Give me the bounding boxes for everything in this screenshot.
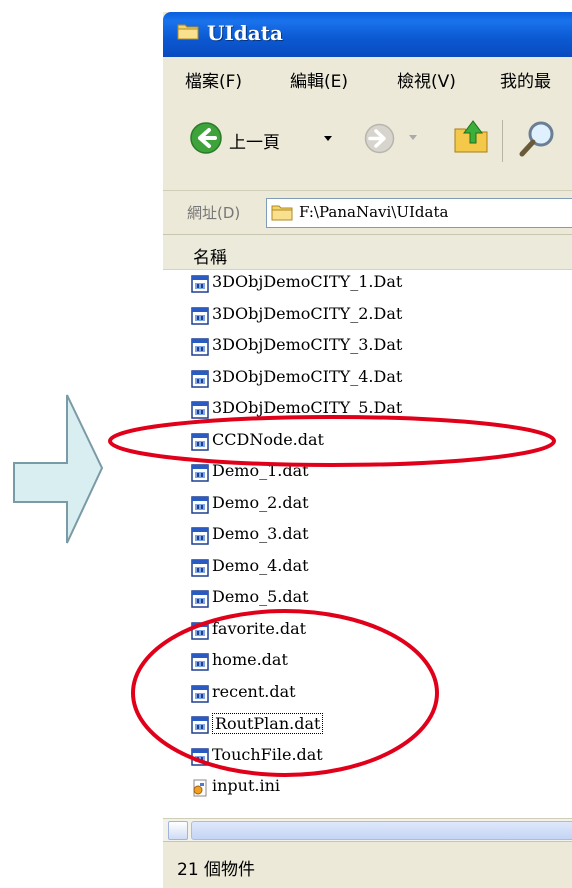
- menu-edit[interactable]: 編輯(E): [290, 67, 348, 92]
- toolbar: 上一頁: [163, 98, 572, 191]
- dat-file-icon: [191, 338, 209, 356]
- dat-file-icon: [191, 558, 209, 577]
- menu-favorites[interactable]: 我的最: [500, 67, 551, 92]
- dat-file-icon: [191, 432, 209, 451]
- dat-file-icon: [191, 369, 209, 388]
- file-name: input.ini: [212, 776, 281, 795]
- file-name: recent.dat: [212, 681, 296, 701]
- horizontal-scrollbar[interactable]: [163, 818, 572, 841]
- menu-file[interactable]: 檔案(F): [185, 67, 242, 92]
- back-arrow-icon[interactable]: [189, 121, 223, 155]
- scroll-left-icon[interactable]: [168, 821, 188, 840]
- file-name: 3DObjDemoCITY_4.Dat: [212, 366, 403, 386]
- dat-file-icon: [191, 275, 209, 293]
- dat-file-icon: [191, 464, 209, 482]
- dat-file-icon: [191, 684, 209, 703]
- file-list: 名稱 3DObjDemoCITY_1.Dat 3DObjDemoCITY_2.Da…: [163, 235, 572, 818]
- forward-dropdown-icon[interactable]: [409, 135, 417, 141]
- dat-file-icon: [191, 306, 209, 325]
- folder-icon: [271, 205, 293, 221]
- file-name: CCDNode.dat: [212, 429, 324, 449]
- dat-file-icon: [191, 747, 209, 766]
- window-title: UIdata: [207, 21, 283, 45]
- menu-view[interactable]: 檢視(V): [397, 67, 456, 92]
- status-text: 21 個物件: [177, 860, 256, 880]
- up-folder-icon[interactable]: [453, 117, 489, 155]
- folder-icon: [177, 24, 199, 40]
- dat-file-icon: [191, 527, 209, 545]
- search-icon[interactable]: [518, 119, 558, 159]
- file-name: Demo_2.dat: [212, 492, 309, 512]
- dat-file-icon: [191, 716, 209, 734]
- menu-bar: 檔案(F) 編輯(E) 檢視(V) 我的最: [163, 57, 572, 99]
- address-label: 網址(D): [187, 204, 241, 222]
- scroll-thumb[interactable]: [191, 821, 572, 840]
- file-name: Demo_3.dat: [212, 524, 309, 543]
- file-name: Demo_1.dat: [212, 461, 309, 480]
- file-name: 3DObjDemoCITY_5.Dat: [212, 398, 403, 417]
- file-name: TouchFile.dat: [212, 744, 323, 764]
- back-dropdown-icon[interactable]: [323, 135, 333, 143]
- file-name: RoutPlan.dat: [212, 713, 324, 734]
- file-name: 3DObjDemoCITY_3.Dat: [212, 335, 403, 354]
- file-name: Demo_4.dat: [212, 555, 309, 575]
- address-input[interactable]: F:\PanaNavi\UIdata: [266, 198, 572, 228]
- file-name: favorite.dat: [212, 618, 307, 638]
- status-bar: 21 個物件: [163, 841, 572, 888]
- forward-arrow-icon[interactable]: [364, 123, 395, 154]
- explorer-window: UIdata 檔案(F) 編輯(E) 檢視(V) 我的最 上一頁 網址(D) F…: [163, 12, 572, 888]
- file-name: 3DObjDemoCITY_1.Dat: [212, 272, 403, 291]
- dat-file-icon: [191, 401, 209, 419]
- ini-file-icon: [193, 779, 207, 797]
- title-bar[interactable]: UIdata: [163, 12, 572, 57]
- column-header-label: 名稱: [193, 248, 227, 268]
- back-button-label[interactable]: 上一頁: [229, 128, 280, 153]
- dat-file-icon: [191, 590, 209, 608]
- file-name: home.dat: [212, 650, 288, 669]
- address-bar: 網址(D) F:\PanaNavi\UIdata: [163, 191, 572, 235]
- dat-file-icon: [191, 621, 209, 640]
- file-name: Demo_5.dat: [212, 587, 309, 606]
- dat-file-icon: [191, 495, 209, 514]
- file-name: 3DObjDemoCITY_2.Dat: [212, 303, 403, 323]
- dat-file-icon: [191, 653, 209, 671]
- address-path: F:\PanaNavi\UIdata: [299, 203, 449, 221]
- column-header-name[interactable]: 名稱: [163, 235, 572, 270]
